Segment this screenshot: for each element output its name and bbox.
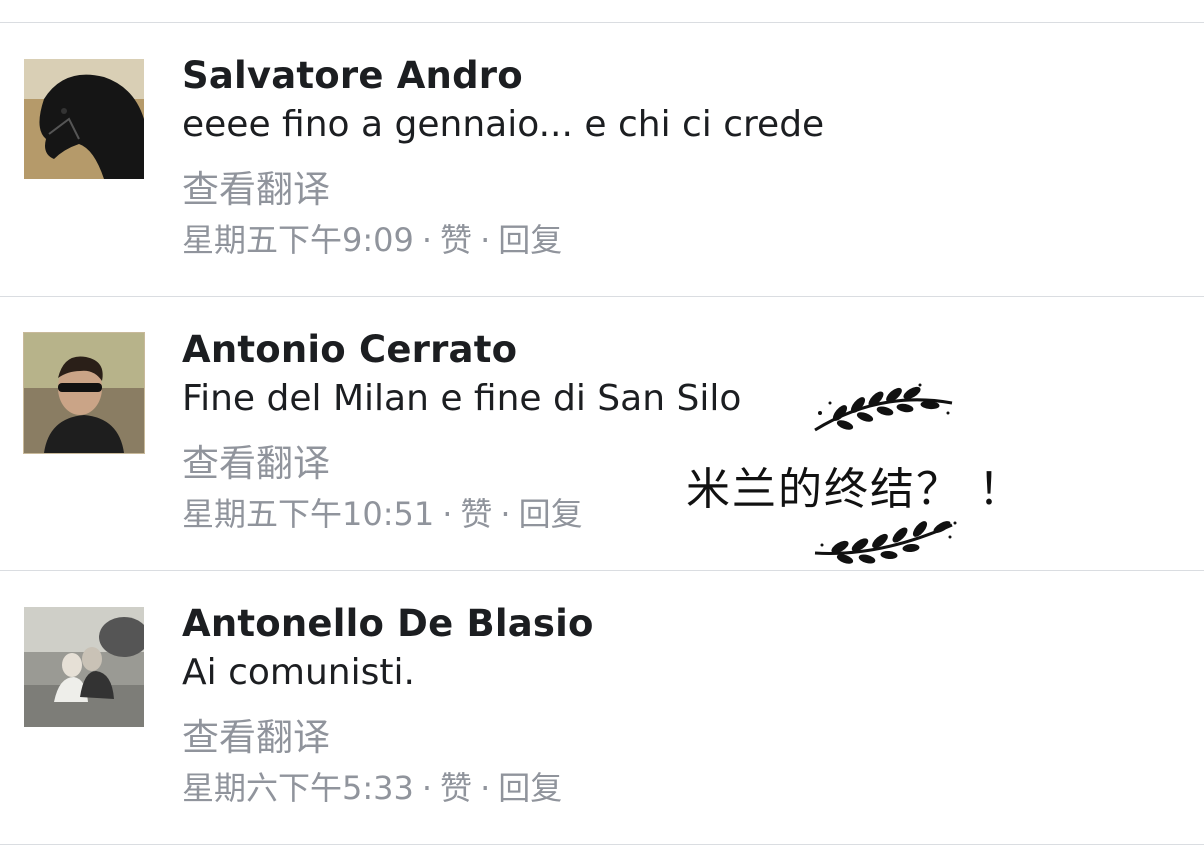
avatar[interactable] <box>24 607 144 727</box>
comment-item: Antonello De Blasio Ai comunisti. 查看翻译 星… <box>0 570 1204 843</box>
comment-timestamp[interactable]: 星期五下午9:09 <box>182 215 414 261</box>
reply-button[interactable]: 回复 <box>498 763 562 809</box>
separator-dot: · <box>421 769 433 807</box>
comment-item: Salvatore Andro eeee fino a gennaio... e… <box>0 22 1204 295</box>
handwritten-annotation: 米兰的终结？ ！ <box>680 375 1080 575</box>
comment-text: Fine del Milan e fine di San Silo <box>182 378 742 419</box>
see-translation-link[interactable]: 查看翻译 <box>182 707 330 761</box>
like-button[interactable]: 赞 <box>440 215 472 261</box>
like-button[interactable]: 赞 <box>440 763 472 809</box>
comment-meta: 星期六下午5:33 · 赞 · 回复 <box>182 763 562 809</box>
like-button[interactable]: 赞 <box>460 489 492 535</box>
separator-dot: · <box>500 495 511 533</box>
comment-author[interactable]: Salvatore Andro <box>182 54 523 97</box>
separator-dot: · <box>480 769 491 807</box>
separator-dot: · <box>442 495 453 533</box>
see-translation-link[interactable]: 查看翻译 <box>182 159 330 213</box>
see-translation-link[interactable]: 查看翻译 <box>182 433 330 487</box>
comment-text: Ai comunisti. <box>182 652 415 693</box>
comment-text: eeee fino a gennaio... e chi ci crede <box>182 104 825 145</box>
comment-author[interactable]: Antonello De Blasio <box>182 602 594 645</box>
annotation-text: 米兰的终结？ ！ <box>686 464 1024 515</box>
separator-dot: · <box>480 221 491 259</box>
avatar[interactable] <box>23 332 145 454</box>
comment-timestamp[interactable]: 星期六下午5:33 <box>182 763 414 809</box>
avatar[interactable] <box>24 59 144 179</box>
reply-button[interactable]: 回复 <box>498 215 562 261</box>
reply-button[interactable]: 回复 <box>519 489 583 535</box>
comment-meta: 星期五下午10:51 · 赞 · 回复 <box>182 489 583 535</box>
comment-meta: 星期五下午9:09 · 赞 · 回复 <box>182 215 562 261</box>
comment-author[interactable]: Antonio Cerrato <box>182 328 517 371</box>
horse-photo <box>24 59 144 179</box>
couple-photo <box>24 607 144 727</box>
person-photo <box>24 333 144 453</box>
separator-dot: · <box>421 221 433 259</box>
bottom-divider <box>0 844 1204 845</box>
comment-timestamp[interactable]: 星期五下午10:51 <box>182 489 434 535</box>
